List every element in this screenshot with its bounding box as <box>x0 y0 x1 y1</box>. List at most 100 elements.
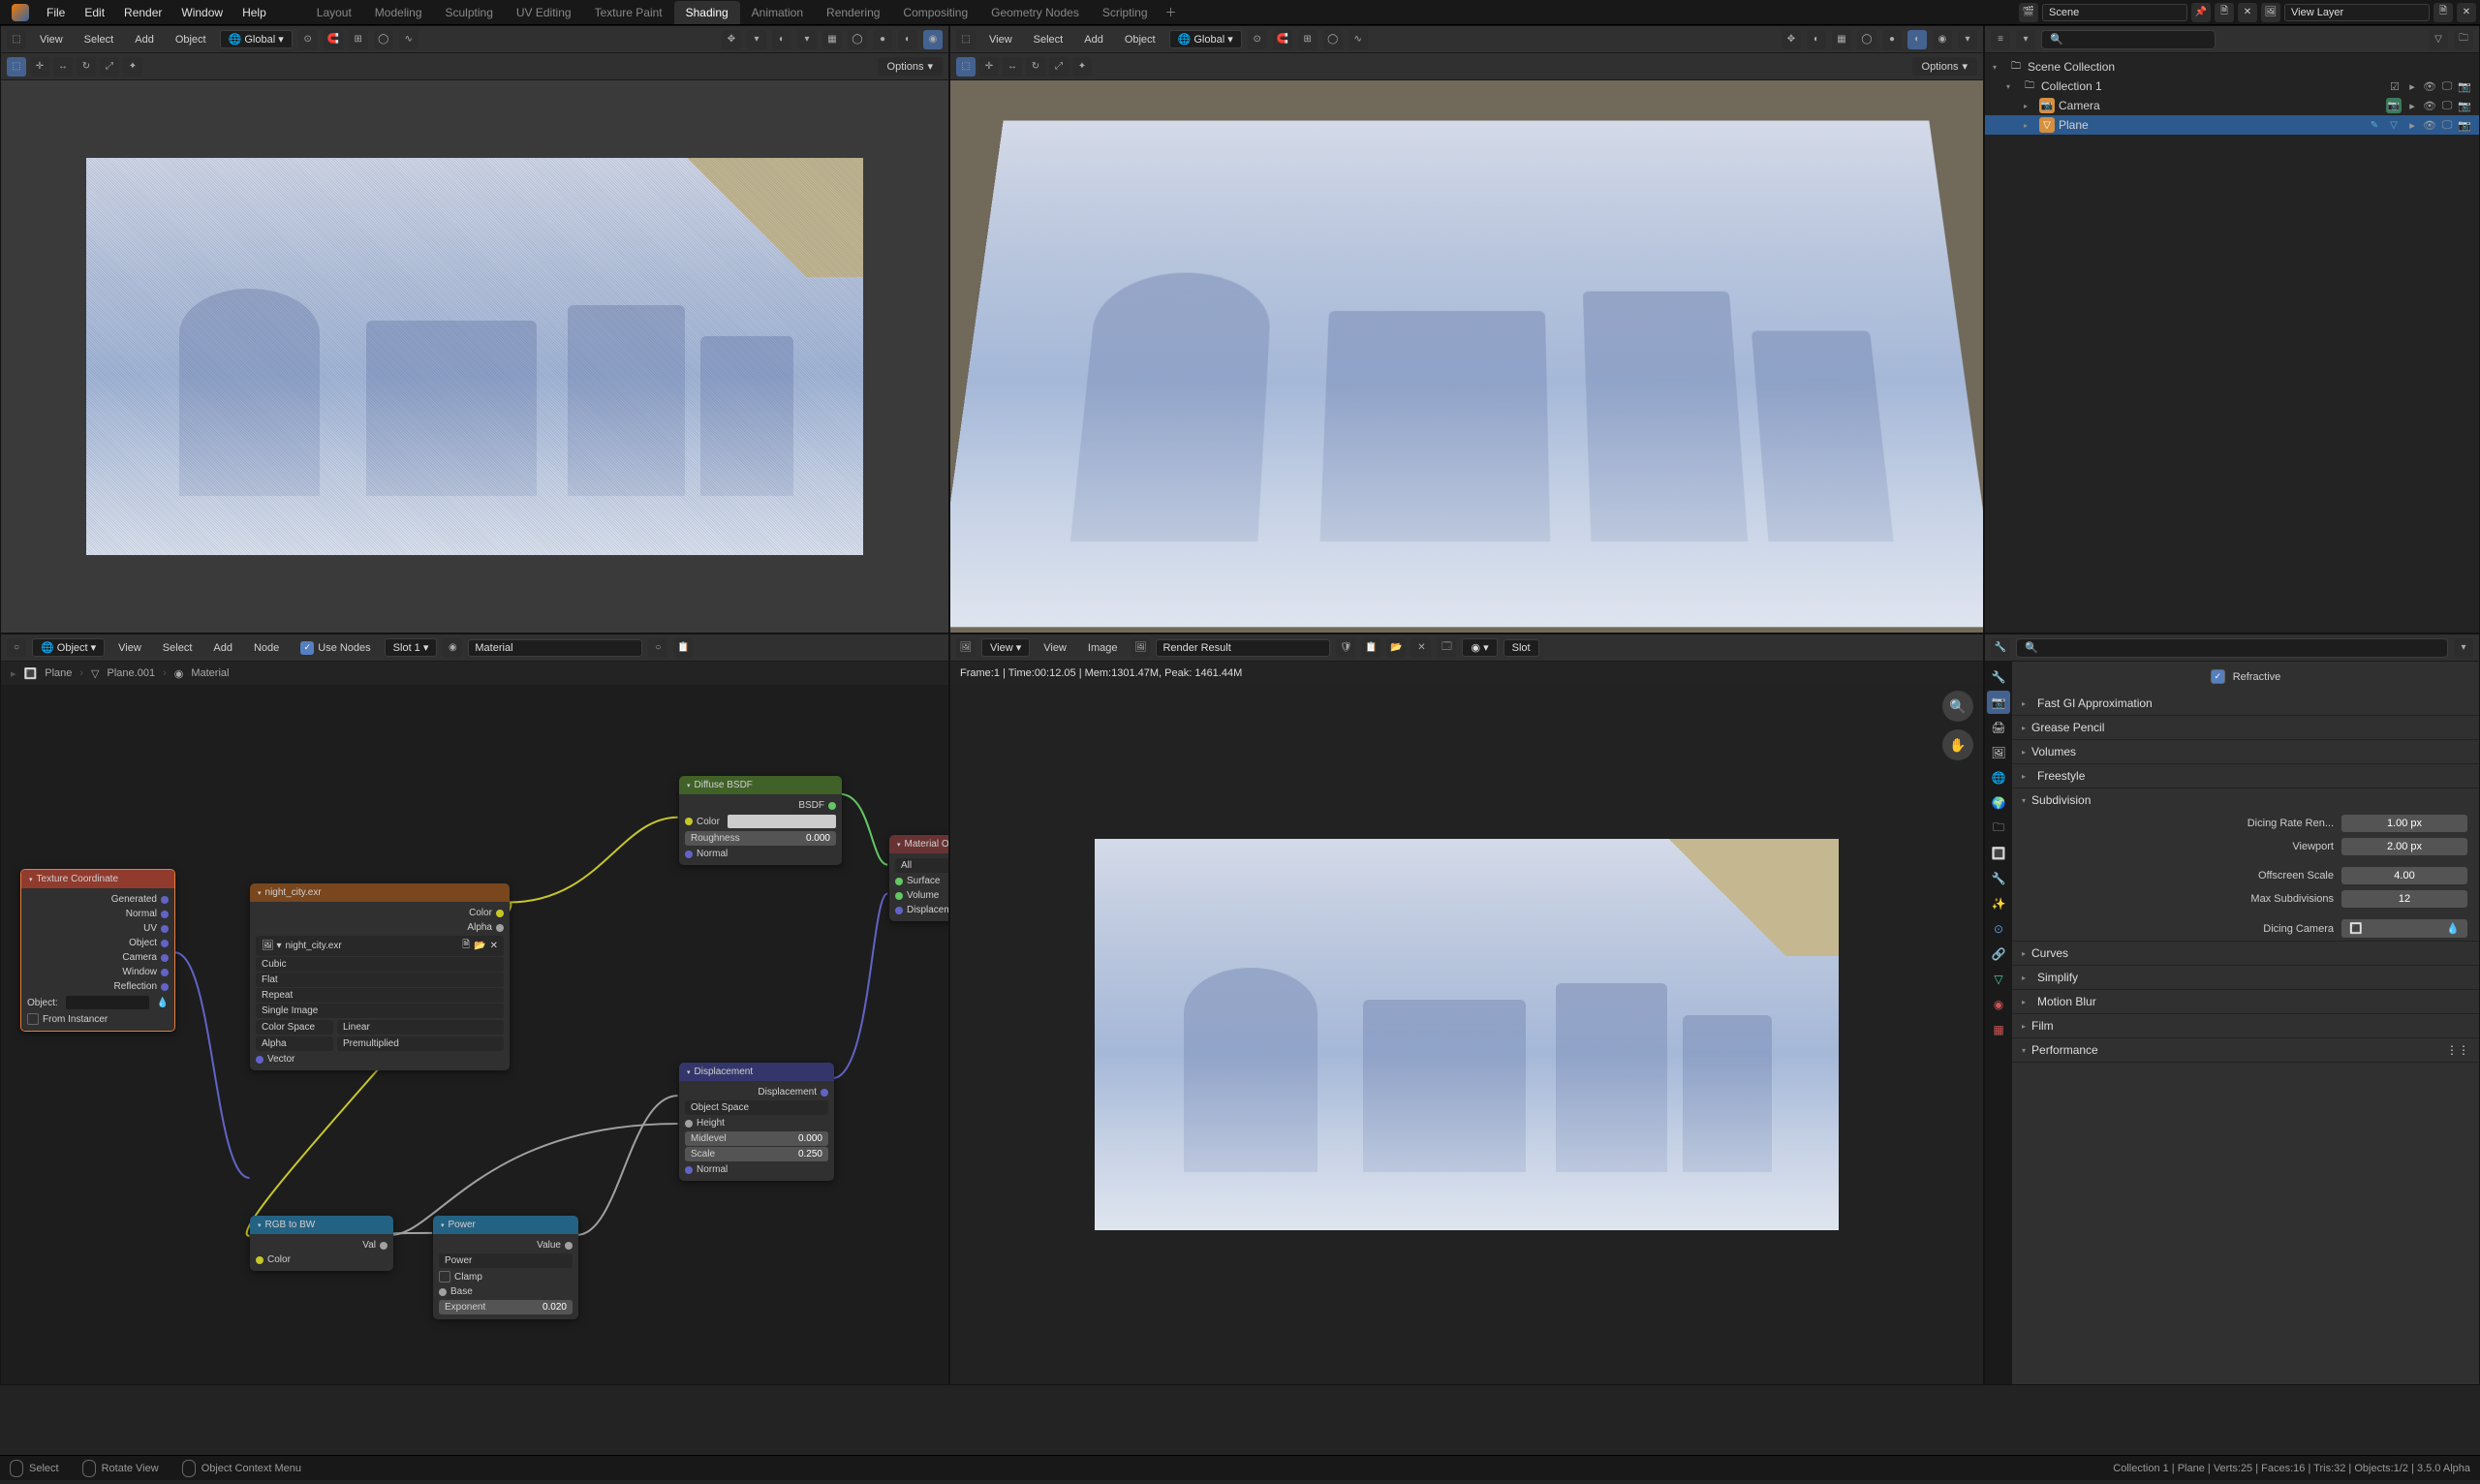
delete-scene-icon[interactable]: ✕ <box>2238 3 2257 22</box>
channel-select[interactable]: ◉ ▾ <box>1462 638 1497 657</box>
material-name-input[interactable] <box>468 639 642 657</box>
options-dropdown[interactable]: Options ▾ <box>1912 57 1977 76</box>
select-tool-icon[interactable]: ⬚ <box>7 57 26 77</box>
workspace-tab-sculpting[interactable]: Sculpting <box>434 1 505 24</box>
image-canvas[interactable]: 🔍 ✋ <box>950 685 1983 1384</box>
snap-icon[interactable]: 🧲 <box>1273 30 1292 49</box>
rotate-tool-icon[interactable]: ↻ <box>1026 57 1045 77</box>
panel-fastgi[interactable]: ▸Fast GI Approximation <box>2012 692 2479 715</box>
tab-render[interactable]: 📷 <box>1987 691 2010 714</box>
tab-material[interactable]: ◉ <box>1987 993 2010 1016</box>
pivot-icon[interactable]: ⊙ <box>298 30 318 49</box>
workspace-tab-uv-editing[interactable]: UV Editing <box>505 1 583 24</box>
editor-type-icon[interactable]: 🔧 <box>1991 638 2010 658</box>
new-image-icon[interactable]: 📋 <box>1361 638 1380 658</box>
ie-image[interactable]: Image <box>1080 639 1126 657</box>
node-rgb-to-bw[interactable]: ▾RGB to BW Val Color <box>250 1216 393 1271</box>
workspace-tab-layout[interactable]: Layout <box>305 1 363 24</box>
open-image-icon[interactable]: 📂 <box>1386 638 1406 658</box>
panel-freestyle[interactable]: ▸Freestyle <box>2012 764 2479 788</box>
workspace-tab-modeling[interactable]: Modeling <box>363 1 434 24</box>
tab-world[interactable]: 🌍 <box>1987 791 2010 815</box>
refractive-checkbox[interactable]: ✓ <box>2211 669 2225 684</box>
rendered-shading-icon[interactable]: ◉ <box>1933 30 1952 49</box>
scale-tool-icon[interactable]: ⤢ <box>1049 57 1069 77</box>
editor-type-icon[interactable]: ≡ <box>1991 30 2010 49</box>
cursor-tool-icon[interactable]: ✛ <box>30 57 49 77</box>
new-viewlayer-icon[interactable]: 🗎 <box>2434 3 2453 22</box>
tab-object[interactable]: 🔳 <box>1987 842 2010 865</box>
options-dropdown[interactable]: Options ▾ <box>878 57 943 76</box>
vp-select[interactable]: Select <box>77 31 122 48</box>
rotate-tool-icon[interactable]: ↻ <box>77 57 96 77</box>
transform-tool-icon[interactable]: ✦ <box>1072 57 1092 77</box>
node-image-texture[interactable]: ▾night_city.exr Color Alpha 🖼 ▾night_cit… <box>250 883 510 1070</box>
vp-object[interactable]: Object <box>1117 31 1163 48</box>
unlink-icon[interactable]: ✕ <box>490 941 498 951</box>
display-mode-icon[interactable]: ▾ <box>2016 30 2035 49</box>
dicing-render-field[interactable]: 1.00 px <box>2341 815 2467 832</box>
panel-simplify[interactable]: ▸Simplify <box>2012 966 2479 989</box>
menu-window[interactable]: Window <box>171 2 232 23</box>
new-material-icon[interactable]: 📋 <box>673 638 693 658</box>
select-tool-icon[interactable]: ⬚ <box>956 57 976 77</box>
node-material-output[interactable]: ▾Material Output All Surface Volume Disp… <box>889 835 948 921</box>
wireframe-shading-icon[interactable]: ◯ <box>848 30 867 49</box>
new-collection-icon[interactable]: 🗀 <box>2454 30 2473 49</box>
users-icon[interactable]: 🗎 <box>462 938 470 954</box>
xray-icon[interactable]: ▦ <box>822 30 842 49</box>
scale-tool-icon[interactable]: ⤢ <box>100 57 119 77</box>
tab-modifier[interactable]: 🔧 <box>1987 867 2010 890</box>
overlay-dropdown-icon[interactable]: ▾ <box>797 30 817 49</box>
delete-viewlayer-icon[interactable]: ✕ <box>2457 3 2476 22</box>
matprev-shading-icon[interactable]: ◐ <box>898 30 917 49</box>
max-subdiv-field[interactable]: 12 <box>2341 890 2467 908</box>
ne-add[interactable]: Add <box>205 639 240 657</box>
panel-subdivision[interactable]: ▾Subdivision <box>2012 788 2479 812</box>
pan-icon[interactable]: ✋ <box>1942 729 1973 760</box>
snap-type-icon[interactable]: ⊞ <box>1298 30 1318 49</box>
outliner-search[interactable] <box>2041 30 2216 49</box>
outliner-camera[interactable]: ▸📷 Camera 📷 ▸👁🖵📷 <box>1985 96 2479 115</box>
tab-scene[interactable]: 🌐 <box>1987 766 2010 789</box>
unlink-image-icon[interactable]: ✕ <box>1411 638 1431 658</box>
gizmo-icon[interactable]: ✥ <box>1782 30 1801 49</box>
wireframe-shading-icon[interactable]: ◯ <box>1857 30 1876 49</box>
workspace-tab-scripting[interactable]: Scripting <box>1091 1 1160 24</box>
options-icon[interactable]: ▾ <box>2454 638 2473 658</box>
workspace-tab-geometry-nodes[interactable]: Geometry Nodes <box>979 1 1091 24</box>
tab-constraint[interactable]: 🔗 <box>1987 943 2010 966</box>
bc-object[interactable]: Plane <box>45 667 72 679</box>
image-browse-icon[interactable]: 🖼 <box>1131 638 1150 658</box>
transform-orientation[interactable]: 🌐 Global ▾ <box>1169 30 1242 48</box>
node-math-power[interactable]: ▾Power Value Power Clamp Base Exponent0.… <box>433 1216 578 1319</box>
material-browse-icon[interactable]: ◉ <box>443 638 462 658</box>
solid-shading-icon[interactable]: ● <box>1882 30 1902 49</box>
panel-curves[interactable]: ▸Curves <box>2012 942 2479 965</box>
gizmo-icon[interactable]: ✥ <box>722 30 741 49</box>
eyedropper-icon[interactable]: 💧 <box>157 998 169 1008</box>
use-nodes-toggle[interactable]: ✓ Use Nodes <box>293 641 378 655</box>
tab-texture[interactable]: ▦ <box>1987 1018 2010 1041</box>
shader-type[interactable]: 🌐 Object ▾ <box>32 638 105 657</box>
overlay-icon[interactable]: ◐ <box>1807 30 1826 49</box>
pin-icon[interactable]: 📌 <box>2191 3 2211 22</box>
tab-tool[interactable]: 🔧 <box>1987 665 2010 689</box>
tab-data[interactable]: ▽ <box>1987 968 2010 991</box>
outliner-scene-collection[interactable]: ▾🗀 Scene Collection <box>1985 57 2479 77</box>
eyedropper-icon[interactable]: 💧 <box>2446 922 2460 935</box>
viewlayer-browse-icon[interactable]: 🖼 <box>2261 3 2280 22</box>
image-mode[interactable]: View ▾ <box>981 638 1030 657</box>
cursor-tool-icon[interactable]: ✛ <box>979 57 999 77</box>
snap-icon[interactable]: 🧲 <box>324 30 343 49</box>
dicing-viewport-field[interactable]: 2.00 px <box>2341 838 2467 855</box>
bc-material[interactable]: Material <box>191 667 229 679</box>
material-slot[interactable]: Slot 1 ▾ <box>385 638 438 657</box>
transform-tool-icon[interactable]: ✦ <box>123 57 142 77</box>
overlay-icon[interactable]: ◐ <box>772 30 791 49</box>
viewport-canvas-left[interactable] <box>1 80 948 633</box>
snap-type-icon[interactable]: ⊞ <box>349 30 368 49</box>
node-diffuse-bsdf[interactable]: ▾Diffuse BSDF BSDF Color Roughness0.000 … <box>679 776 842 865</box>
solid-shading-icon[interactable]: ● <box>873 30 892 49</box>
viewport-canvas-right[interactable] <box>950 80 1983 633</box>
